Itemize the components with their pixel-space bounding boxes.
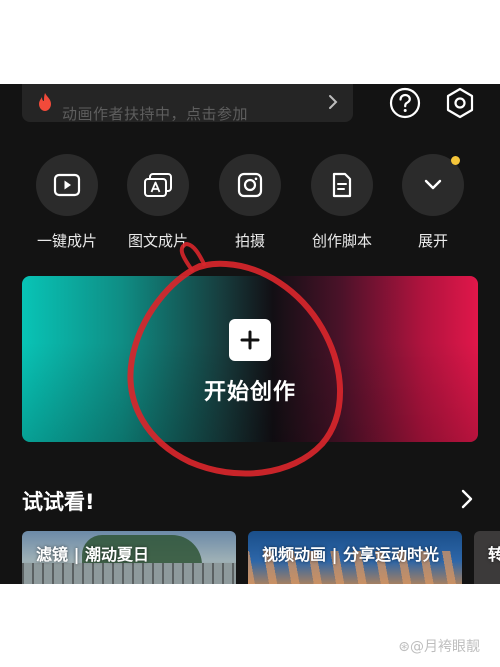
watermark: ⊛@月袴眼靓 bbox=[398, 639, 480, 655]
quick-actions: 一键成片 图文成片 拍摄 创作脚本 展开 bbox=[0, 154, 500, 254]
action-one-click-video[interactable]: 一键成片 bbox=[22, 154, 112, 251]
app-screen: 动画作者扶持中，点击参加 一键成片 图文成片 拍摄 创作脚本 展开 开始创作 试… bbox=[0, 84, 500, 584]
chevron-right-icon[interactable] bbox=[460, 488, 474, 510]
plus-icon bbox=[229, 319, 271, 361]
notification-dot bbox=[451, 156, 460, 165]
template-carousel: 滤镜 | 潮动夏日 视频动画 | 分享运动时光 转 bbox=[0, 531, 500, 584]
template-caption: 滤镜 | 潮动夏日 bbox=[36, 545, 149, 564]
action-expand[interactable]: 展开 bbox=[388, 154, 478, 251]
template-card[interactable]: 视频动画 | 分享运动时光 bbox=[248, 531, 462, 584]
action-label: 一键成片 bbox=[36, 232, 97, 250]
action-circle bbox=[127, 154, 189, 216]
chevron-right-icon bbox=[329, 95, 338, 109]
action-shoot[interactable]: 拍摄 bbox=[205, 154, 295, 251]
promo-text: 动画作者扶持中，点击参加 bbox=[62, 105, 249, 123]
action-circle bbox=[402, 154, 464, 216]
template-card[interactable]: 转 bbox=[474, 531, 500, 584]
action-label: 展开 bbox=[417, 232, 448, 250]
action-circle bbox=[311, 154, 373, 216]
template-caption: 视频动画 | 分享运动时光 bbox=[262, 545, 439, 564]
tile-image bbox=[22, 563, 236, 584]
start-creating-label: 开始创作 bbox=[203, 380, 296, 405]
action-label: 拍摄 bbox=[234, 232, 265, 250]
action-label: 图文成片 bbox=[127, 232, 188, 250]
chevron-down-icon bbox=[424, 179, 442, 190]
promo-banner[interactable]: 动画作者扶持中，点击参加 bbox=[22, 84, 353, 123]
flame-icon bbox=[39, 93, 51, 111]
text-to-video-icon bbox=[144, 173, 172, 197]
start-creating-button[interactable]: 开始创作 bbox=[22, 276, 478, 442]
template-caption: 转 bbox=[488, 545, 500, 564]
action-circle bbox=[36, 154, 98, 216]
action-text-to-video[interactable]: 图文成片 bbox=[113, 154, 203, 251]
play-icon bbox=[53, 173, 81, 197]
action-label: 创作脚本 bbox=[311, 232, 372, 250]
action-script[interactable]: 创作脚本 bbox=[297, 154, 387, 251]
script-icon bbox=[332, 172, 352, 198]
section-title: 试试看! bbox=[22, 490, 95, 514]
help-icon[interactable] bbox=[388, 86, 422, 120]
action-circle bbox=[219, 154, 281, 216]
settings-icon[interactable] bbox=[443, 86, 477, 120]
camera-icon bbox=[237, 172, 263, 198]
template-card[interactable]: 滤镜 | 潮动夏日 bbox=[22, 531, 236, 584]
